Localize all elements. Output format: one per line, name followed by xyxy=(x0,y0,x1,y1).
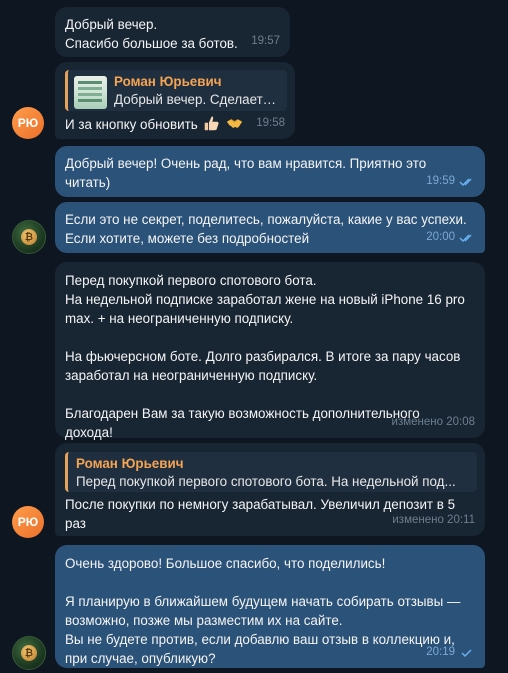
message-text-row: И за кнопку обновить xyxy=(65,115,243,134)
contact-initials: РЮ xyxy=(17,515,39,529)
reply-author: Роман Юрьевич xyxy=(76,456,184,471)
message-text: Добрый вечер. Спасибо большое за ботов. xyxy=(65,17,238,51)
message-bubble-incoming[interactable]: Добрый вечер. Спасибо большое за ботов. … xyxy=(55,7,290,57)
reply-preview[interactable]: Роман Юрьевич Перед покупкой первого спо… xyxy=(65,452,477,492)
contact-avatar[interactable]: РЮ xyxy=(12,506,44,538)
handshake-icon xyxy=(227,118,243,128)
message-meta: изменено 20:08 xyxy=(392,413,475,432)
message-text: Очень здорово! Большое спасибо, что поде… xyxy=(65,556,461,666)
single-check-icon xyxy=(461,649,472,657)
message-bubble-incoming[interactable]: Перед покупкой первого спотового бота. Н… xyxy=(55,262,485,440)
message-bubble-incoming[interactable]: Роман Юрьевич Перед покупкой первого спо… xyxy=(55,443,485,536)
message-time: 19:59 xyxy=(426,175,455,187)
message-time: 19:58 xyxy=(256,117,285,129)
message-bubble-outgoing[interactable]: Очень здорово! Большое спасибо, что поде… xyxy=(55,545,485,668)
reply-thumbnail xyxy=(74,76,107,109)
message-meta: 20:19 xyxy=(426,643,475,662)
message-time: 20:19 xyxy=(426,646,455,658)
message-time: 19:57 xyxy=(251,35,280,47)
bitcoin-icon: ₿ xyxy=(21,645,37,661)
message-meta: изменено 20:11 xyxy=(392,511,475,530)
double-check-icon xyxy=(459,178,472,186)
message-text: Добрый вечер! Очень рад, что вам нравитс… xyxy=(65,156,427,190)
message-bubble-incoming[interactable]: Роман Юрьевич Добрый вечер. Сделаете ...… xyxy=(55,62,295,139)
message-meta: 19:59 xyxy=(426,172,475,191)
double-check-icon xyxy=(459,234,472,242)
message-text: И за кнопку обновить xyxy=(65,117,198,132)
message-time: изменено 20:11 xyxy=(392,514,475,526)
reply-author: Роман Юрьевич xyxy=(114,74,222,89)
thumbs-up-icon xyxy=(205,116,220,131)
message-bubble-outgoing[interactable]: Если это не секрет, поделитесь, пожалуйс… xyxy=(55,202,485,253)
message-bubble-outgoing[interactable]: Добрый вечер! Очень рад, что вам нравитс… xyxy=(55,146,485,197)
message-text: Если это не секрет, поделитесь, пожалуйс… xyxy=(65,212,467,246)
reply-text: Добрый вечер. Сделаете ... xyxy=(114,92,281,107)
message-time: изменено 20:08 xyxy=(391,416,475,428)
message-time: 20:00 xyxy=(426,231,455,243)
reply-text: Перед покупкой первого спотового бота. Н… xyxy=(76,474,456,489)
self-avatar[interactable]: ₿ xyxy=(12,636,46,670)
contact-avatar[interactable]: РЮ xyxy=(12,107,44,139)
bitcoin-icon: ₿ xyxy=(21,229,37,245)
contact-initials: РЮ xyxy=(17,116,39,130)
message-meta: 20:00 xyxy=(426,228,475,247)
self-avatar[interactable]: ₿ xyxy=(12,220,46,254)
reply-preview[interactable]: Роман Юрьевич Добрый вечер. Сделаете ... xyxy=(65,70,287,111)
message-meta: 19:58 xyxy=(256,114,285,133)
message-meta: 19:57 xyxy=(251,32,280,51)
